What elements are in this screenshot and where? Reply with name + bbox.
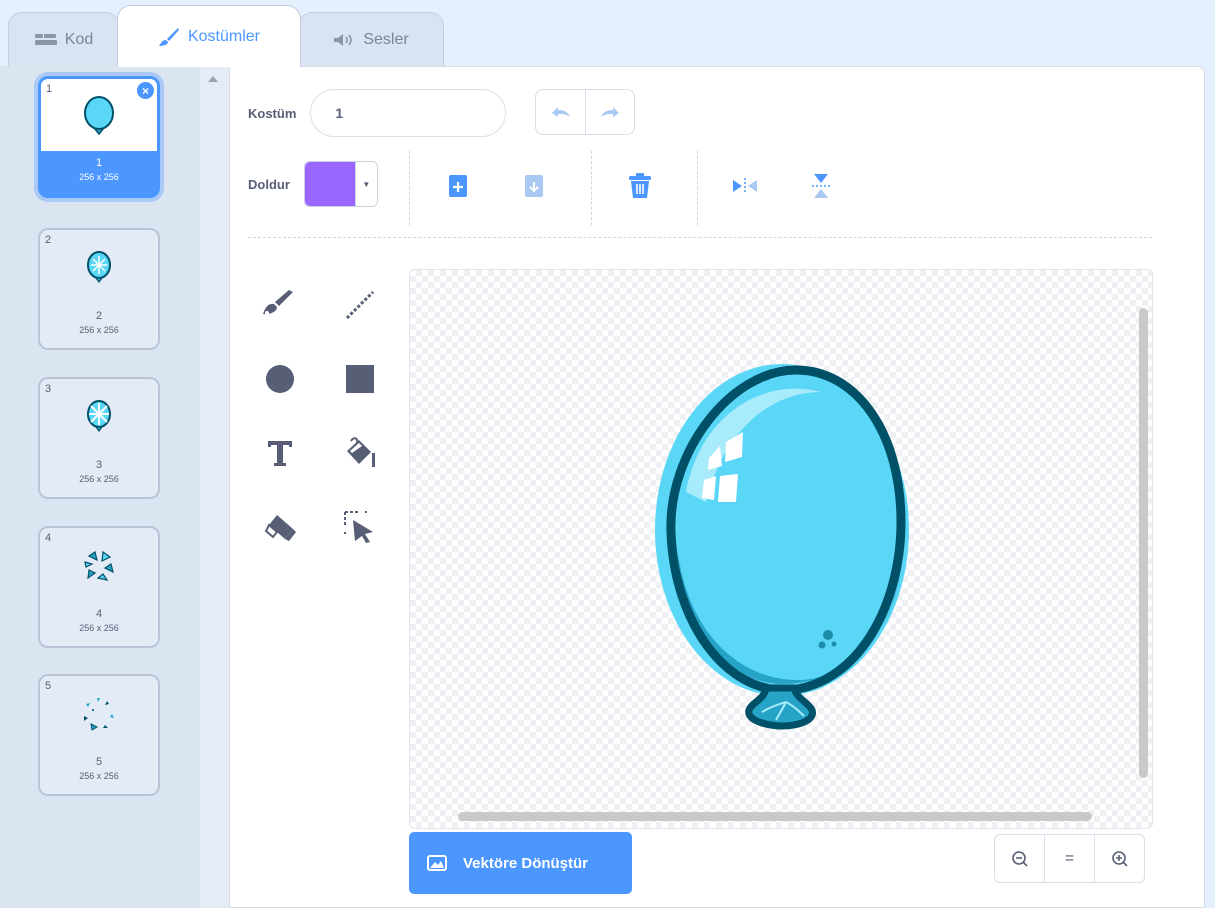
tab-costumes[interactable]: Kostümler bbox=[117, 5, 301, 67]
rectangle-tool[interactable] bbox=[340, 359, 380, 399]
fill-row: Doldur ▼ bbox=[248, 159, 378, 209]
redo-button[interactable] bbox=[585, 90, 634, 134]
scroll-up-arrow-icon[interactable] bbox=[208, 76, 218, 82]
delete-costume-button[interactable]: × bbox=[137, 82, 154, 99]
costume-size: 256 x 256 bbox=[79, 474, 119, 484]
undo-redo-group bbox=[535, 89, 635, 135]
costume-size: 256 x 256 bbox=[79, 771, 119, 781]
tab-sounds-label: Sesler bbox=[363, 30, 409, 48]
costume-size: 256 x 256 bbox=[79, 623, 119, 633]
tab-code-label: Kod bbox=[64, 30, 94, 48]
costume-label: Kostüm bbox=[248, 105, 297, 121]
copy-button[interactable] bbox=[443, 171, 473, 201]
line-icon bbox=[345, 290, 375, 320]
line-tool[interactable] bbox=[340, 285, 380, 325]
zoom-reset-button[interactable]: = bbox=[1044, 835, 1094, 882]
flip-vertical-button[interactable] bbox=[806, 171, 836, 201]
costume-name: 3 bbox=[95, 459, 103, 471]
flip-horizontal-icon bbox=[733, 178, 757, 194]
eraser-icon bbox=[264, 515, 296, 541]
convert-to-vector-label: Vektöre Dönüştür bbox=[463, 854, 589, 872]
costume-size: 256 x 256 bbox=[79, 325, 119, 335]
convert-to-vector-button[interactable]: Vektöre Dönüştür bbox=[409, 832, 632, 894]
rectangle-icon bbox=[346, 365, 374, 393]
fill-color-picker[interactable]: ▼ bbox=[303, 161, 378, 207]
costume-name-row: Kostüm 1 bbox=[248, 89, 507, 137]
costume-name-input[interactable]: 1 bbox=[310, 89, 507, 137]
drawing-canvas[interactable] bbox=[409, 269, 1153, 829]
canvas-horizontal-scrollbar[interactable] bbox=[458, 812, 1092, 821]
paintbrush-icon bbox=[158, 27, 180, 47]
select-tool[interactable] bbox=[340, 507, 380, 547]
copy-icon bbox=[449, 175, 467, 197]
tab-code[interactable]: Kod bbox=[8, 12, 120, 66]
costume-thumbnail bbox=[40, 540, 158, 592]
brush-tool[interactable] bbox=[258, 285, 298, 325]
fill-label: Doldur bbox=[248, 176, 290, 192]
undo-button[interactable] bbox=[536, 90, 585, 134]
paint-editor: Kostüm 1 Doldur ▼ Vektöre Dönüştür = bbox=[229, 66, 1205, 908]
costume-name: 5 bbox=[95, 756, 103, 768]
balloon-costume-image bbox=[655, 364, 909, 730]
canvas-vertical-scrollbar[interactable] bbox=[1139, 308, 1148, 778]
circle-tool[interactable] bbox=[260, 359, 300, 399]
undo-icon bbox=[551, 107, 570, 117]
image-icon bbox=[427, 855, 447, 871]
tab-sounds[interactable]: Sesler bbox=[298, 12, 444, 66]
zoom-in-button[interactable] bbox=[1094, 835, 1144, 882]
delete-button[interactable] bbox=[625, 171, 655, 201]
text-icon bbox=[268, 441, 292, 466]
paint-bucket-icon bbox=[347, 437, 375, 467]
flip-horizontal-button[interactable] bbox=[730, 171, 760, 201]
costume-card-5[interactable]: 5 5 256 x 256 bbox=[38, 674, 160, 796]
circle-icon bbox=[266, 365, 294, 393]
costume-list: 1 × 1 256 x 256 2 2 256 x 256 3 3 256 x … bbox=[0, 66, 230, 908]
zoom-out-button[interactable] bbox=[995, 835, 1044, 882]
brush-icon bbox=[263, 290, 293, 315]
redo-icon bbox=[601, 107, 619, 117]
costume-name: 1 bbox=[95, 157, 103, 169]
flip-vertical-icon bbox=[812, 174, 830, 198]
costume-card-4[interactable]: 4 4 256 x 256 bbox=[38, 526, 160, 648]
speaker-icon bbox=[333, 33, 355, 47]
costume-size: 256 x 256 bbox=[79, 172, 119, 182]
costume-name: 4 bbox=[95, 608, 103, 620]
costume-thumbnail bbox=[40, 242, 158, 294]
paste-button[interactable] bbox=[519, 171, 549, 201]
zoom-in-icon bbox=[1111, 850, 1128, 867]
costume-card-3[interactable]: 3 3 256 x 256 bbox=[38, 377, 160, 499]
tab-costumes-label: Kostümler bbox=[187, 27, 261, 45]
fill-tool[interactable] bbox=[340, 433, 380, 473]
costume-list-scrollbar[interactable] bbox=[200, 66, 230, 908]
text-tool[interactable] bbox=[260, 433, 300, 473]
select-icon bbox=[344, 511, 373, 543]
code-icon bbox=[34, 33, 57, 47]
editor-tabs: Kod Kostümler Sesler bbox=[0, 0, 1215, 67]
costume-card-2[interactable]: 2 2 256 x 256 bbox=[38, 228, 160, 350]
costume-thumbnail bbox=[40, 688, 158, 740]
costume-card-1[interactable]: 1 × 1 256 x 256 bbox=[38, 76, 160, 198]
zoom-out-icon bbox=[1011, 850, 1028, 867]
eraser-tool[interactable] bbox=[260, 507, 300, 547]
costume-thumbnail bbox=[41, 91, 157, 143]
chevron-down-icon: ▼ bbox=[354, 162, 377, 206]
paste-icon bbox=[525, 175, 543, 197]
zoom-controls: = bbox=[994, 834, 1145, 883]
fill-color-swatch bbox=[304, 162, 355, 206]
costume-thumbnail bbox=[40, 391, 158, 443]
trash-icon bbox=[629, 173, 651, 198]
costume-name: 2 bbox=[95, 310, 103, 322]
